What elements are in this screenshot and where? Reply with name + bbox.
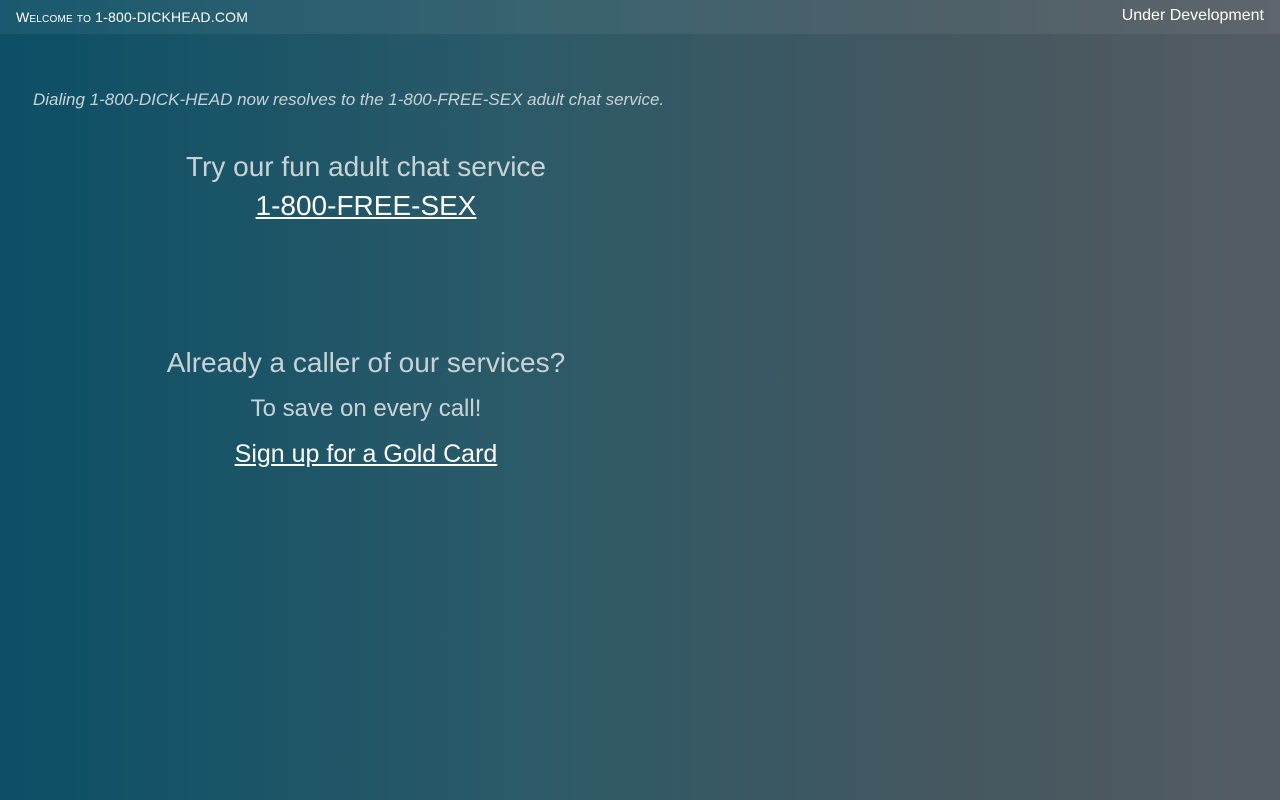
promo-heading: Try our fun adult chat service: [185, 151, 546, 182]
caller-subheading: To save on every call!: [250, 395, 482, 422]
promo-link-container: 1-800-FREE-SEX: [0, 190, 732, 222]
redirect-notice: Dialing 1-800-DICK-HEAD now resolves to …: [33, 90, 665, 109]
caller-heading: Already a caller of our services?: [166, 347, 566, 378]
top-bar: Welcome to 1-800-DICKHEAD.COM Under Deve…: [0, 0, 1280, 34]
development-status: Under Development: [1121, 7, 1264, 24]
gold-card-signup-link[interactable]: Sign up for a Gold Card: [235, 440, 498, 468]
gold-card-link-container: Sign up for a Gold Card: [0, 440, 732, 469]
site-title: Welcome to 1-800-DICKHEAD.COM: [16, 9, 249, 25]
free-sex-link[interactable]: 1-800-FREE-SEX: [256, 190, 477, 221]
